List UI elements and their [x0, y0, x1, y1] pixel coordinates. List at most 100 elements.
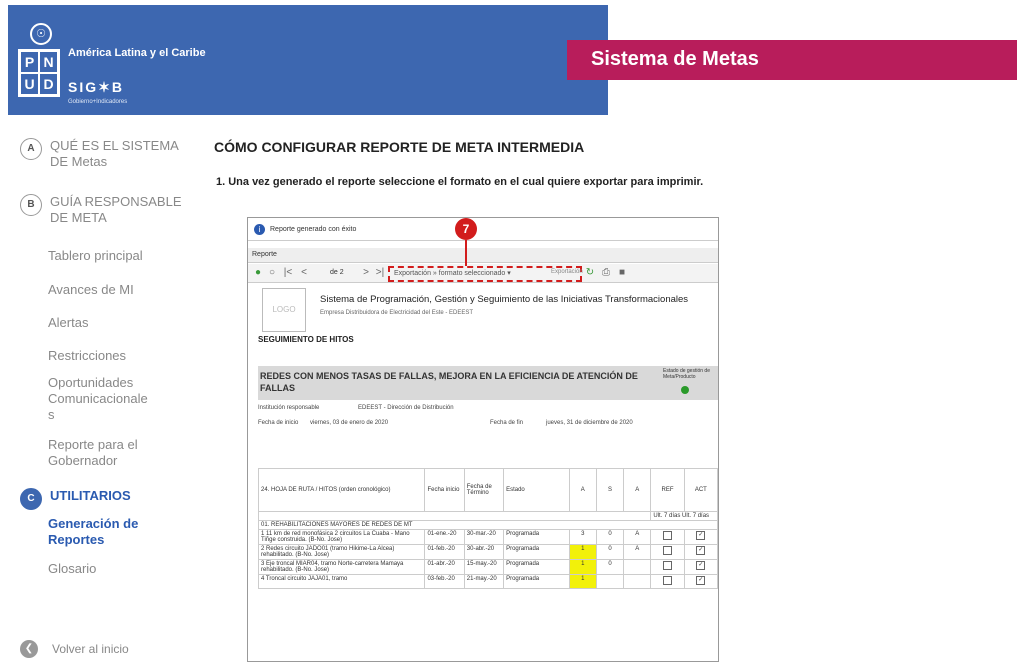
sidebar-item-reporte[interactable]: Reporte para el Gobernador [48, 437, 168, 469]
section-b-label: GUÍA RESPONSABLE DE META [50, 194, 182, 225]
next-page-icon[interactable]: > [360, 267, 372, 279]
print-icon[interactable]: ■ [616, 267, 628, 279]
section-b[interactable]: B GUÍA RESPONSABLE DE META [20, 194, 190, 226]
sigob-subtitle: Gobierno+Indicadores [68, 99, 128, 105]
section-a[interactable]: A QUÉ ES EL SISTEMA DE Metas [20, 138, 190, 170]
pnud-letter: P [20, 51, 39, 73]
row-s [595, 574, 625, 589]
table-row: 4 Troncal circuito JAJA01, tramo 03-feb.… [257, 574, 718, 589]
report-title: Sistema de Programación, Gestión y Segui… [320, 294, 689, 305]
report-toolbar: ● ○ |< < de 2 > >| Exportación » formato… [248, 264, 718, 283]
col-s: S [595, 468, 625, 512]
section-c-label: UTILITARIOS [50, 488, 131, 503]
sidebar-item-restricciones[interactable]: Restricciones [48, 348, 168, 364]
sidebar-item-avances[interactable]: Avances de MI [48, 282, 168, 298]
prev-page-icon[interactable]: < [298, 267, 310, 279]
ref-checkbox[interactable] [650, 559, 685, 575]
info-text: Reporte generado con éxito [270, 226, 357, 233]
header-banner: ☉ P N U D América Latina y el Caribe SIG… [8, 5, 608, 115]
status-dot [681, 386, 689, 394]
table-row: 2 Redes circuito JADO01 (tramo Hikime-La… [257, 544, 718, 560]
act-checkbox[interactable]: ✓ [683, 529, 718, 545]
col-fecha-termino: Fecha de Término [463, 468, 505, 512]
row-s: 0 [595, 544, 625, 560]
col-ref: REF [650, 468, 685, 512]
sidebar-item-oportunidades[interactable]: Oportunidades Comunicacionale s [48, 375, 156, 423]
first-page-icon[interactable]: |< [282, 267, 294, 279]
sidebar-item-generacion[interactable]: Generación de Reportes [48, 516, 168, 548]
ref-checkbox[interactable] [650, 529, 685, 545]
export-link[interactable]: Exportación [551, 269, 583, 275]
table-row: 1 11 km de red monofásica 2 circuitos La… [257, 529, 718, 545]
export-select-label: Exportación » formato seleccionado ▾ [394, 270, 511, 277]
step-instruction: 1. Una vez generado el reporte seleccion… [216, 176, 704, 188]
ult-row: Ult. 7 días Ult. 7 días [257, 511, 718, 521]
row-estado: Programada [503, 559, 570, 575]
row-a2 [623, 574, 652, 589]
sidebar-item-tablero[interactable]: Tablero principal [48, 248, 168, 264]
printer-icon[interactable]: ⎙ [600, 267, 612, 279]
row-fin: 21-may.-20 [463, 574, 505, 589]
fecha-fin-label: Fecha de fin [490, 420, 524, 426]
back-to-start[interactable]: ❮ Volver al inicio [20, 640, 129, 658]
section-letter-c: C [20, 488, 42, 510]
act-checkbox[interactable]: ✓ [683, 559, 718, 575]
row-desc: 3 Eje troncal MIAR04, tramo Norte-carret… [257, 559, 426, 575]
row-a: 1 [568, 559, 597, 575]
hitos-table: 24. HOJA DE RUTA / HITOS (orden cronológ… [257, 468, 718, 589]
section-c[interactable]: C UTILITARIOS [20, 488, 190, 510]
seguimiento-heading: SEGUIMIENTO DE HITOS [258, 335, 354, 344]
ref-checkbox[interactable] [650, 544, 685, 560]
reload-icon[interactable]: ↻ [584, 267, 596, 279]
meta-title: REDES CON MENOS TASAS DE FALLAS, MEJORA … [260, 371, 638, 393]
row-a2: A [623, 529, 652, 545]
report-logo: LOGO [262, 288, 306, 332]
act-checkbox[interactable]: ✓ [683, 574, 718, 589]
row-ini: 03-feb.-20 [424, 574, 465, 589]
stop-icon[interactable]: ○ [266, 267, 278, 279]
pnud-letters: P N U D [18, 49, 60, 97]
info-icon: i [254, 224, 265, 235]
callout-line [465, 240, 467, 266]
col-a: A [568, 468, 597, 512]
sidebar-item-alertas[interactable]: Alertas [48, 315, 168, 331]
region-label: América Latina y el Caribe [68, 47, 206, 59]
fecha-inicio-value: viernes, 03 de enero de 2020 [310, 420, 389, 426]
section-letter-b: B [20, 194, 42, 216]
last-page-icon[interactable]: >| [374, 267, 386, 279]
info-message: i Reporte generado con éxito [248, 218, 718, 241]
report-screenshot: i Reporte generado con éxito Reporte ● ○… [247, 217, 719, 662]
system-title: Sistema de Metas [591, 48, 759, 70]
col-hoja-de-ruta: 24. HOJA DE RUTA / HITOS (orden cronológ… [257, 468, 426, 512]
pnud-letter: D [39, 73, 58, 95]
back-label: Volver al inicio [52, 642, 129, 656]
section-a-label: QUÉ ES EL SISTEMA DE Metas [50, 138, 179, 169]
col-fecha-inicio: Fecha inicio [424, 468, 465, 512]
col-estado: Estado [503, 468, 570, 512]
row-a2 [623, 559, 652, 575]
system-title-banner: Sistema de Metas [567, 40, 1017, 80]
tab-reporte[interactable]: Reporte [252, 251, 277, 258]
refresh-icon[interactable]: ● [252, 267, 264, 279]
meta-header: REDES CON MENOS TASAS DE FALLAS, MEJORA … [258, 366, 718, 400]
un-emblem-icon: ☉ [30, 23, 52, 45]
pnud-letter: N [39, 51, 58, 73]
row-a: 1 [568, 544, 597, 560]
ref-checkbox[interactable] [650, 574, 685, 589]
table-row: 3 Eje troncal MIAR04, tramo Norte-carret… [257, 559, 718, 575]
table-header-row: 24. HOJA DE RUTA / HITOS (orden cronológ… [257, 468, 718, 512]
estado-label: Estado de gestión de Meta/Producto [663, 368, 710, 380]
row-estado: Programada [503, 529, 570, 545]
section-letter-a: A [20, 138, 42, 160]
pnud-logo: ☉ P N U D [18, 23, 60, 101]
sidebar-item-glosario[interactable]: Glosario [48, 561, 168, 577]
row-estado: Programada [503, 544, 570, 560]
row-s: 0 [595, 529, 625, 545]
report-tabbar: Reporte [248, 248, 718, 263]
group-row: 01. REHABILITACIONES MAYORES DE REDES DE… [258, 520, 718, 530]
row-ini: 01-feb.-20 [424, 544, 465, 560]
row-a: 1 [568, 574, 597, 589]
act-checkbox[interactable]: ✓ [683, 544, 718, 560]
row-desc: 1 11 km de red monofásica 2 circuitos La… [257, 529, 426, 545]
back-arrow-icon: ❮ [20, 640, 38, 658]
